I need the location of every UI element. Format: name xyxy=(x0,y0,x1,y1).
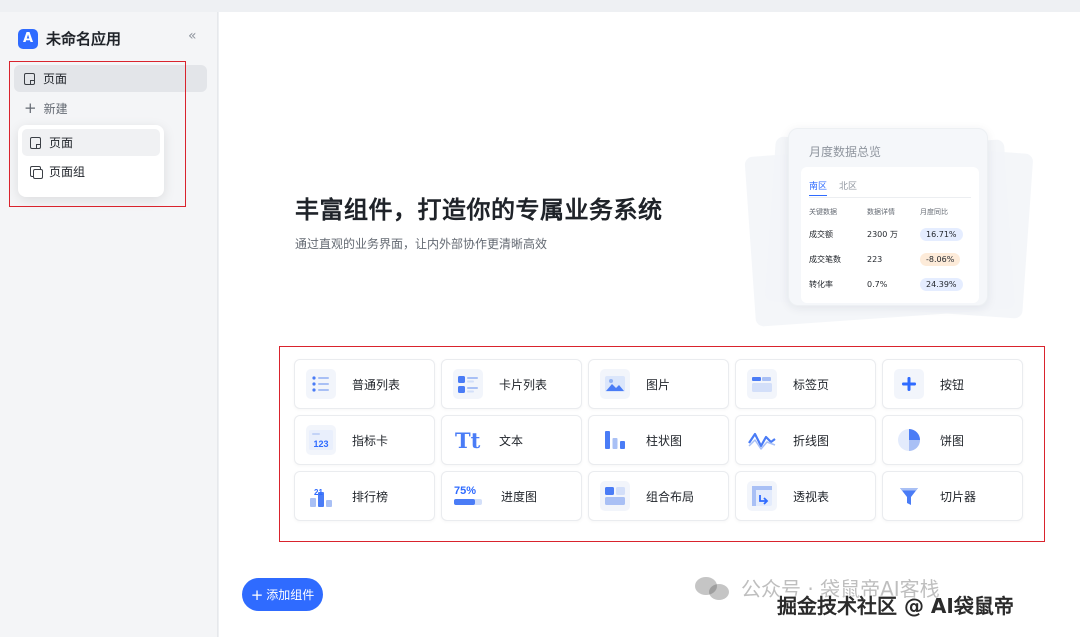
plus-icon: + xyxy=(24,99,37,117)
line-chart-icon xyxy=(747,425,777,455)
component-label: 按钮 xyxy=(940,377,965,392)
ranking-icon-text: 21 xyxy=(314,488,323,497)
new-button[interactable]: + 新建 xyxy=(14,96,207,120)
component-label: 标签页 xyxy=(793,377,830,392)
preview-pill: -8.06% xyxy=(920,253,961,266)
component-grid: 普通列表 卡片列表 图片 标签页 按钮 123 指标卡 Tt 文本 柱状图 折线… xyxy=(294,359,1026,523)
component-metric-card[interactable]: 123 指标卡 xyxy=(294,415,435,465)
preview-row: 转化率 0.7% 24.39% xyxy=(809,278,974,291)
component-progress[interactable]: 75% 进度图 xyxy=(441,471,582,521)
new-label: 新建 xyxy=(43,101,68,116)
preview-tabs: 南区 北区 xyxy=(809,179,869,196)
pivot-table-icon xyxy=(747,481,777,511)
page-icon xyxy=(24,72,35,85)
juejin-watermark: 掘金技术社区 @ AI袋鼠帝 xyxy=(777,594,1014,618)
component-slicer[interactable]: 切片器 xyxy=(882,471,1023,521)
text-icon-letters: Tt xyxy=(455,428,481,453)
preview-cell: 223 xyxy=(867,255,883,264)
collapse-sidebar-icon[interactable]: « xyxy=(188,28,197,44)
preview-cell: 成交笔数 xyxy=(809,255,841,264)
component-label: 图片 xyxy=(646,377,671,392)
divider xyxy=(809,197,971,198)
component-bar-chart[interactable]: 柱状图 xyxy=(588,415,729,465)
combo-layout-icon xyxy=(600,481,630,511)
component-ranking[interactable]: 21 排行榜 xyxy=(294,471,435,521)
page-group-icon xyxy=(30,166,43,179)
wechat-logo-icon xyxy=(695,575,731,601)
app-logo-icon: A xyxy=(18,28,38,49)
component-button[interactable]: 按钮 xyxy=(882,359,1023,409)
sidebar-item-page[interactable]: 页面 xyxy=(14,65,207,92)
component-label: 进度图 xyxy=(501,489,538,504)
sidebar-item-label: 页面 xyxy=(43,72,68,86)
component-label: 组合布局 xyxy=(646,489,695,504)
progress-icon-text: 75% xyxy=(454,485,476,497)
card-list-icon xyxy=(453,369,483,399)
new-menu-dropdown: 页面 页面组 xyxy=(18,125,164,197)
preview-title: 月度数据总览 xyxy=(809,145,882,159)
menu-item-page-group[interactable]: 页面组 xyxy=(22,158,160,185)
preview-cell: 0.7% xyxy=(867,280,888,289)
preview-tab: 北区 xyxy=(839,182,858,192)
preview-tab: 南区 xyxy=(809,179,828,196)
sidebar: A 未命名应用 « 页面 + 新建 页面 页面组 xyxy=(0,12,218,637)
menu-item-page[interactable]: 页面 xyxy=(22,129,160,156)
preview-row: 成交额 2300 万 16.71% xyxy=(809,228,974,241)
component-card-list[interactable]: 卡片列表 xyxy=(441,359,582,409)
metric-card-icon: 123 xyxy=(306,425,336,455)
component-label: 文本 xyxy=(499,433,524,448)
component-label: 指标卡 xyxy=(352,433,389,448)
component-tabs[interactable]: 标签页 xyxy=(735,359,876,409)
component-label: 折线图 xyxy=(793,433,830,448)
component-label: 柱状图 xyxy=(646,433,683,448)
component-image[interactable]: 图片 xyxy=(588,359,729,409)
component-text[interactable]: Tt 文本 xyxy=(441,415,582,465)
preview-pill: 24.39% xyxy=(920,278,963,291)
component-label: 饼图 xyxy=(940,433,965,448)
add-component-button[interactable]: + 添加组件 xyxy=(242,578,323,611)
preview-cell: 转化率 xyxy=(809,280,833,289)
preview-pill: 16.71% xyxy=(920,228,963,241)
button-icon xyxy=(894,369,924,399)
component-label: 普通列表 xyxy=(352,377,401,392)
main-canvas xyxy=(219,12,1080,637)
bar-chart-icon xyxy=(600,425,630,455)
preview-header: 关键数据 xyxy=(809,208,837,216)
component-pivot-table[interactable]: 透视表 xyxy=(735,471,876,521)
metric-card-icon-text: 123 xyxy=(313,439,328,449)
preview-header-row: 关键数据 数据详情 月度同比 xyxy=(809,207,974,217)
preview-table: 南区 北区 关键数据 数据详情 月度同比 成交额 2300 万 16.71% 成… xyxy=(801,167,979,303)
pie-chart-icon xyxy=(894,425,924,455)
slicer-icon xyxy=(894,481,924,511)
hero-subtitle: 通过直观的业务界面，让内外部协作更清晰高效 xyxy=(295,237,548,251)
component-label: 卡片列表 xyxy=(499,377,548,392)
component-combo-layout[interactable]: 组合布局 xyxy=(588,471,729,521)
list-icon xyxy=(306,369,336,399)
preview-header: 数据详情 xyxy=(867,208,895,216)
plus-icon: + xyxy=(250,585,264,604)
preview-header: 月度同比 xyxy=(920,208,948,216)
component-label: 切片器 xyxy=(940,489,977,504)
component-label: 排行榜 xyxy=(352,489,389,504)
menu-item-label: 页面 xyxy=(49,136,74,150)
app-header: A 未命名应用 xyxy=(18,28,121,49)
component-line-chart[interactable]: 折线图 xyxy=(735,415,876,465)
progress-icon: 75% xyxy=(453,481,485,511)
tabs-icon xyxy=(747,369,777,399)
app-title[interactable]: 未命名应用 xyxy=(46,28,121,49)
add-component-label: 添加组件 xyxy=(266,588,315,602)
page-icon xyxy=(30,136,41,149)
text-icon: Tt xyxy=(453,425,483,455)
component-list[interactable]: 普通列表 xyxy=(294,359,435,409)
image-icon xyxy=(600,369,630,399)
menu-item-label: 页面组 xyxy=(49,165,86,179)
preview-cell: 成交额 xyxy=(809,230,833,239)
component-pie-chart[interactable]: 饼图 xyxy=(882,415,1023,465)
preview-row: 成交笔数 223 -8.06% xyxy=(809,253,974,266)
hero-title: 丰富组件，打造你的专属业务系统 xyxy=(295,196,663,224)
component-label: 透视表 xyxy=(793,489,830,504)
ranking-icon: 21 xyxy=(306,481,336,511)
preview-card: 月度数据总览 南区 北区 关键数据 数据详情 月度同比 成交额 2300 万 1… xyxy=(788,128,988,306)
preview-cell: 2300 万 xyxy=(867,230,898,239)
